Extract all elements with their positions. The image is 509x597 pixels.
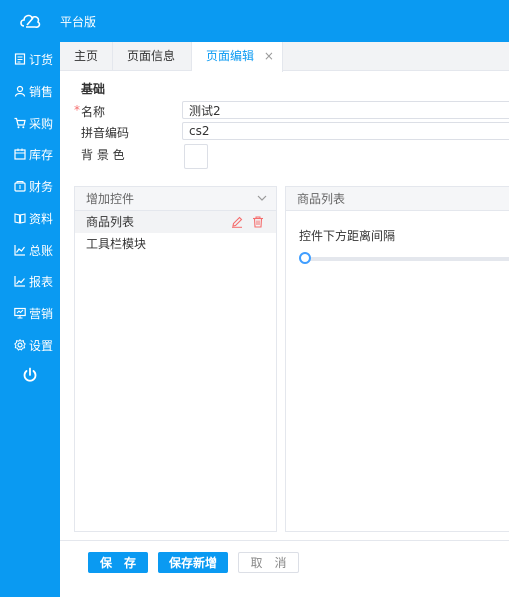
- sidebar-item-inventory[interactable]: 库存: [0, 142, 60, 166]
- edit-icon[interactable]: [231, 216, 243, 228]
- pinyin-label: 拼音编码: [81, 126, 130, 140]
- sidebar-item-label: 报表: [29, 274, 54, 289]
- chevron-down-icon[interactable]: [256, 192, 268, 204]
- sidebar-item-data[interactable]: 资料: [0, 206, 60, 230]
- bg-color-picker[interactable]: [184, 144, 208, 169]
- spacing-slider-track[interactable]: [306, 257, 509, 261]
- report-icon: [14, 276, 25, 287]
- user-icon: [14, 85, 26, 97]
- order-icon: [14, 53, 26, 65]
- sidebar-item-label: 订货: [29, 52, 54, 67]
- sidebar-item-label: 总账: [29, 243, 54, 258]
- sidebar-item-label: 资料: [29, 211, 54, 226]
- cloud-logo-icon: [20, 14, 41, 28]
- tab-home[interactable]: 主页: [60, 42, 113, 71]
- gear-icon: [14, 339, 26, 351]
- section-title: 基础: [81, 82, 106, 96]
- sidebar-item-marketing[interactable]: 营销: [0, 301, 60, 325]
- delete-icon[interactable]: [252, 216, 264, 228]
- sidebar-item-label: 设置: [29, 338, 54, 353]
- controls-panel-header[interactable]: 增加控件: [75, 187, 276, 211]
- bg-color-label: 背 景 色: [81, 148, 125, 162]
- properties-panel: 商品列表 控件下方距离间隔: [285, 186, 509, 532]
- list-item[interactable]: 商品列表: [75, 211, 276, 233]
- name-field[interactable]: [182, 101, 509, 119]
- sidebar: 订货 销售 采购 库存 财务 资料 总账 报表 营销 设置: [0, 42, 60, 597]
- pinyin-field[interactable]: [182, 122, 509, 140]
- sidebar-item-label: 库存: [29, 147, 54, 162]
- chart-icon: [14, 245, 25, 256]
- spacing-slider-handle[interactable]: [299, 252, 311, 264]
- cart-icon: [14, 117, 26, 129]
- tab-label: 页面信息: [127, 49, 176, 63]
- sidebar-item-label: 销售: [29, 84, 54, 99]
- tab-page-edit[interactable]: 页面编辑 ×: [192, 42, 283, 72]
- list-item-actions: [231, 216, 264, 228]
- controls-panel-title: 增加控件: [86, 192, 135, 206]
- tab-label: 主页: [74, 49, 99, 63]
- save-new-button[interactable]: 保存新增: [158, 552, 228, 573]
- tab-label: 页面编辑: [206, 49, 255, 63]
- book-icon: [14, 213, 26, 224]
- close-icon[interactable]: ×: [264, 49, 274, 63]
- sidebar-item-label: 采购: [29, 116, 54, 131]
- footer-divider: [60, 540, 509, 541]
- properties-panel-title: 商品列表: [297, 192, 346, 206]
- tab-page-info[interactable]: 页面信息: [113, 42, 192, 71]
- cancel-button[interactable]: 取 消: [238, 552, 299, 573]
- app-root: 平台版 订货 销售 采购 库存 财务 资料 总账 报表 营销 设置 主页 页面信…: [0, 0, 509, 597]
- sidebar-item-reports[interactable]: 报表: [0, 269, 60, 293]
- spacing-label: 控件下方距离间隔: [299, 229, 396, 243]
- sidebar-item-finance[interactable]: 财务: [0, 174, 60, 198]
- list-item-label: 商品列表: [86, 215, 135, 229]
- sidebar-item-label: 营销: [29, 306, 54, 321]
- calendar-icon: [14, 148, 26, 160]
- sidebar-item-order[interactable]: 订货: [0, 47, 60, 71]
- main-content: 主页 页面信息 页面编辑 × 基础 * 名称 拼音编码 背 景 色 增加控件: [60, 42, 509, 597]
- monitor-icon: [14, 307, 26, 319]
- name-label-text: 名称: [81, 105, 106, 119]
- name-label: * 名称: [74, 103, 106, 120]
- sidebar-item-label: 财务: [29, 179, 54, 194]
- sidebar-item-settings[interactable]: 设置: [0, 333, 60, 357]
- wallet-icon: [14, 181, 26, 192]
- power-icon[interactable]: [22, 367, 38, 383]
- tab-bar: 主页 页面信息 页面编辑 ×: [60, 42, 509, 72]
- properties-panel-header: 商品列表: [286, 187, 509, 211]
- top-bar: 平台版: [0, 0, 509, 42]
- sidebar-item-purchase[interactable]: 采购: [0, 111, 60, 135]
- sidebar-item-sales[interactable]: 销售: [0, 79, 60, 103]
- app-title: 平台版: [60, 15, 97, 29]
- required-mark: *: [74, 103, 80, 117]
- list-item[interactable]: 工具栏模块: [75, 233, 276, 255]
- sidebar-item-ledger[interactable]: 总账: [0, 238, 60, 262]
- save-button[interactable]: 保 存: [88, 552, 148, 573]
- list-item-label: 工具栏模块: [86, 237, 147, 251]
- controls-panel: 增加控件 商品列表 工具栏模块: [74, 186, 277, 532]
